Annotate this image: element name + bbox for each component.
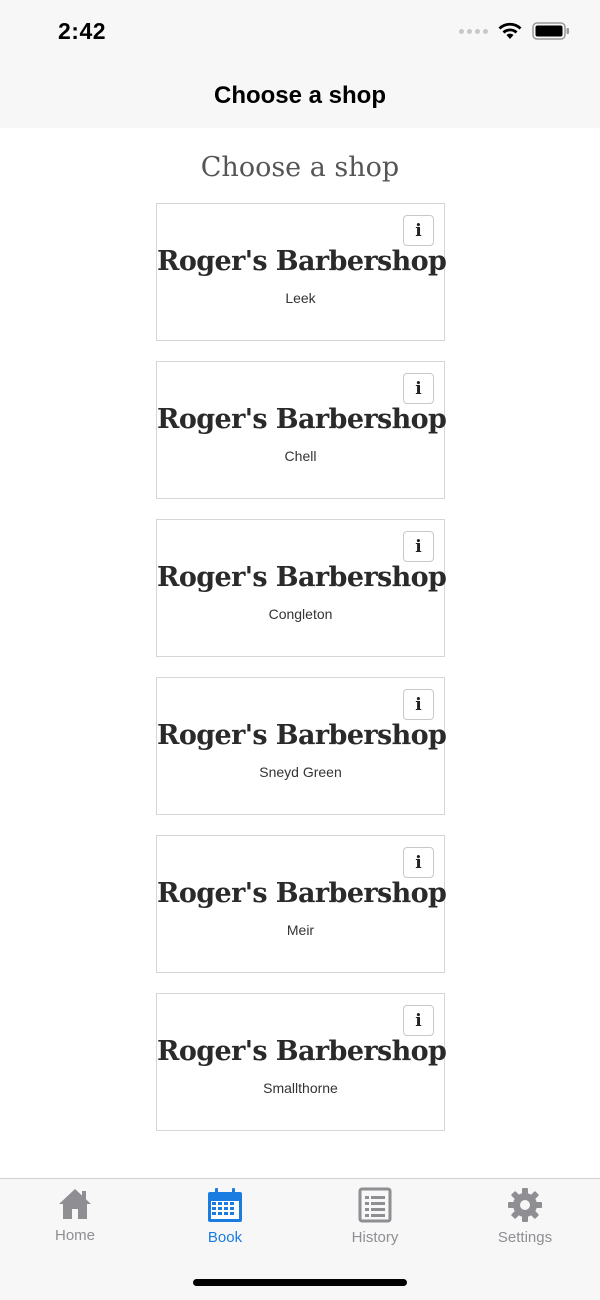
shop-name: Roger's Barbershop: [157, 404, 447, 435]
info-button[interactable]: i: [403, 689, 434, 720]
tab-book[interactable]: Book: [150, 1187, 300, 1246]
wifi-icon: [498, 22, 522, 39]
gear-icon: [508, 1188, 542, 1222]
shop-card[interactable]: i Roger's Barbershop Meir: [156, 835, 447, 973]
status-bar: 2:42: [0, 0, 600, 62]
shop-card[interactable]: i Roger's Barbershop Congleton: [156, 519, 447, 657]
info-icon: i: [415, 220, 422, 241]
info-icon: i: [415, 694, 422, 715]
nav-title: Choose a shop: [213, 82, 387, 109]
shop-name: Roger's Barbershop: [157, 720, 447, 751]
tab-settings[interactable]: Settings: [450, 1187, 600, 1246]
cellular-signal-icon: [459, 28, 488, 34]
list-icon: [358, 1187, 392, 1223]
shop-name: Roger's Barbershop: [157, 1036, 447, 1067]
shop-location: Meir: [286, 922, 315, 938]
info-button[interactable]: i: [403, 1005, 434, 1036]
calendar-icon: [208, 1188, 242, 1222]
info-icon: i: [415, 378, 422, 399]
shop-location: Congleton: [268, 606, 333, 622]
info-icon: i: [415, 1010, 422, 1031]
tab-label: Home: [54, 1227, 95, 1244]
home-icon: [59, 1189, 91, 1219]
shop-name: Roger's Barbershop: [157, 562, 447, 593]
tab-history[interactable]: History: [300, 1187, 450, 1246]
tab-home[interactable]: Home: [0, 1187, 150, 1244]
page-heading: Choose a shop: [200, 152, 400, 183]
info-button[interactable]: i: [403, 531, 434, 562]
navigation-bar: Choose a shop: [0, 62, 600, 128]
info-button[interactable]: i: [403, 215, 434, 246]
shop-card[interactable]: i Roger's Barbershop Sneyd Green: [156, 677, 447, 815]
shop-name: Roger's Barbershop: [157, 878, 447, 909]
shop-location: Smallthorne: [263, 1080, 338, 1096]
tab-label: Book: [207, 1229, 243, 1246]
shop-location: Sneyd Green: [259, 764, 342, 780]
shop-card[interactable]: i Roger's Barbershop Smallthorne: [156, 993, 447, 1131]
info-icon: i: [415, 536, 422, 557]
battery-icon: [532, 22, 569, 40]
status-time: 2:42: [58, 18, 107, 44]
info-icon: i: [415, 852, 422, 873]
shop-location: Chell: [284, 448, 317, 464]
tab-label: History: [351, 1229, 399, 1246]
shop-name: Roger's Barbershop: [157, 246, 447, 277]
info-button[interactable]: i: [403, 847, 434, 878]
shop-location: Leek: [285, 290, 316, 306]
main-content: Choose a shop i Roger's Barbershop Leek …: [0, 128, 600, 1178]
shop-card[interactable]: i Roger's Barbershop Chell: [156, 361, 447, 499]
shop-list: i Roger's Barbershop Leek i Roger's Barb…: [156, 203, 447, 1151]
home-indicator[interactable]: [193, 1279, 407, 1286]
tab-label: Settings: [497, 1229, 553, 1246]
info-button[interactable]: i: [403, 373, 434, 404]
shop-card[interactable]: i Roger's Barbershop Leek: [156, 203, 447, 341]
status-icons: [459, 22, 570, 40]
